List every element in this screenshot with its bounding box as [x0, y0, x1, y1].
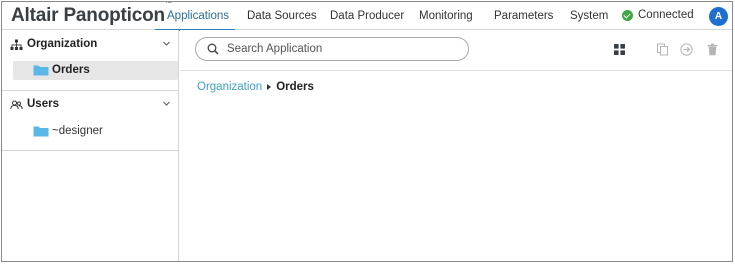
- tree-item-designer[interactable]: ~designer: [13, 122, 178, 141]
- breadcrumb-current: Orders: [276, 81, 314, 93]
- main-content: Organization Orders: [180, 30, 732, 261]
- check-circle-icon: [622, 9, 633, 21]
- top-nav-bar: Altair Panopticon™ Applications Data Sou…: [2, 2, 732, 31]
- breadcrumb-link-organization[interactable]: Organization: [197, 81, 262, 93]
- breadcrumb-separator-icon: [267, 84, 272, 90]
- tree-item-orders[interactable]: Orders: [13, 61, 178, 80]
- nav-tab-label: Applications: [167, 10, 230, 22]
- brand-logo: Altair Panopticon™: [11, 2, 172, 27]
- brand-name: Altair Panopticon: [11, 5, 165, 26]
- organization-section-title: Organization: [27, 38, 98, 50]
- folder-icon: [33, 65, 49, 76]
- nav-tab-monitoring[interactable]: Monitoring: [412, 2, 482, 30]
- nav-tab-label: Parameters: [494, 10, 554, 22]
- nav-tab-label: System: [570, 10, 609, 22]
- breadcrumb: Organization Orders: [197, 81, 314, 93]
- folder-icon: [33, 126, 49, 137]
- tree-item-label: ~designer: [52, 125, 103, 137]
- app-window: Altair Panopticon™ Applications Data Sou…: [1, 1, 733, 262]
- users-section-title: Users: [27, 98, 59, 110]
- nav-tab-data-producer[interactable]: Data Producer: [322, 2, 407, 30]
- nav-tab-data-sources[interactable]: Data Sources: [237, 2, 317, 30]
- org-tree-icon: [10, 39, 23, 50]
- tree-item-label: Orders: [52, 64, 90, 76]
- nav-tab-label: Monitoring: [419, 10, 473, 22]
- section-divider: [2, 90, 179, 91]
- connection-status-label: Connected: [638, 9, 694, 21]
- chevron-down-icon[interactable]: [162, 39, 171, 48]
- organization-section-header[interactable]: Organization: [2, 34, 179, 56]
- user-avatar[interactable]: A: [709, 7, 728, 26]
- chevron-down-icon[interactable]: [162, 99, 171, 108]
- move-icon[interactable]: [680, 43, 693, 56]
- avatar-initial: A: [714, 11, 723, 22]
- copy-icon[interactable]: [656, 43, 669, 56]
- nav-tab-label: Data Producer: [330, 10, 405, 22]
- search-input[interactable]: [227, 41, 457, 57]
- users-icon: [10, 100, 23, 110]
- search-box[interactable]: [195, 37, 469, 61]
- grid-view-icon[interactable]: [613, 43, 626, 56]
- nav-tab-parameters[interactable]: Parameters: [487, 2, 559, 30]
- sidebar: Organization Orders Users ~designer: [2, 30, 179, 261]
- users-section-header[interactable]: Users: [2, 94, 179, 116]
- nav-tab-system[interactable]: System: [564, 2, 614, 30]
- nav-tab-label: Data Sources: [247, 10, 317, 22]
- search-icon: [207, 43, 219, 55]
- section-divider: [2, 150, 179, 151]
- delete-icon[interactable]: [706, 43, 719, 56]
- connection-status: Connected: [622, 9, 694, 21]
- nav-tab-applications[interactable]: Applications: [155, 2, 235, 31]
- toolbar-divider: [180, 70, 732, 71]
